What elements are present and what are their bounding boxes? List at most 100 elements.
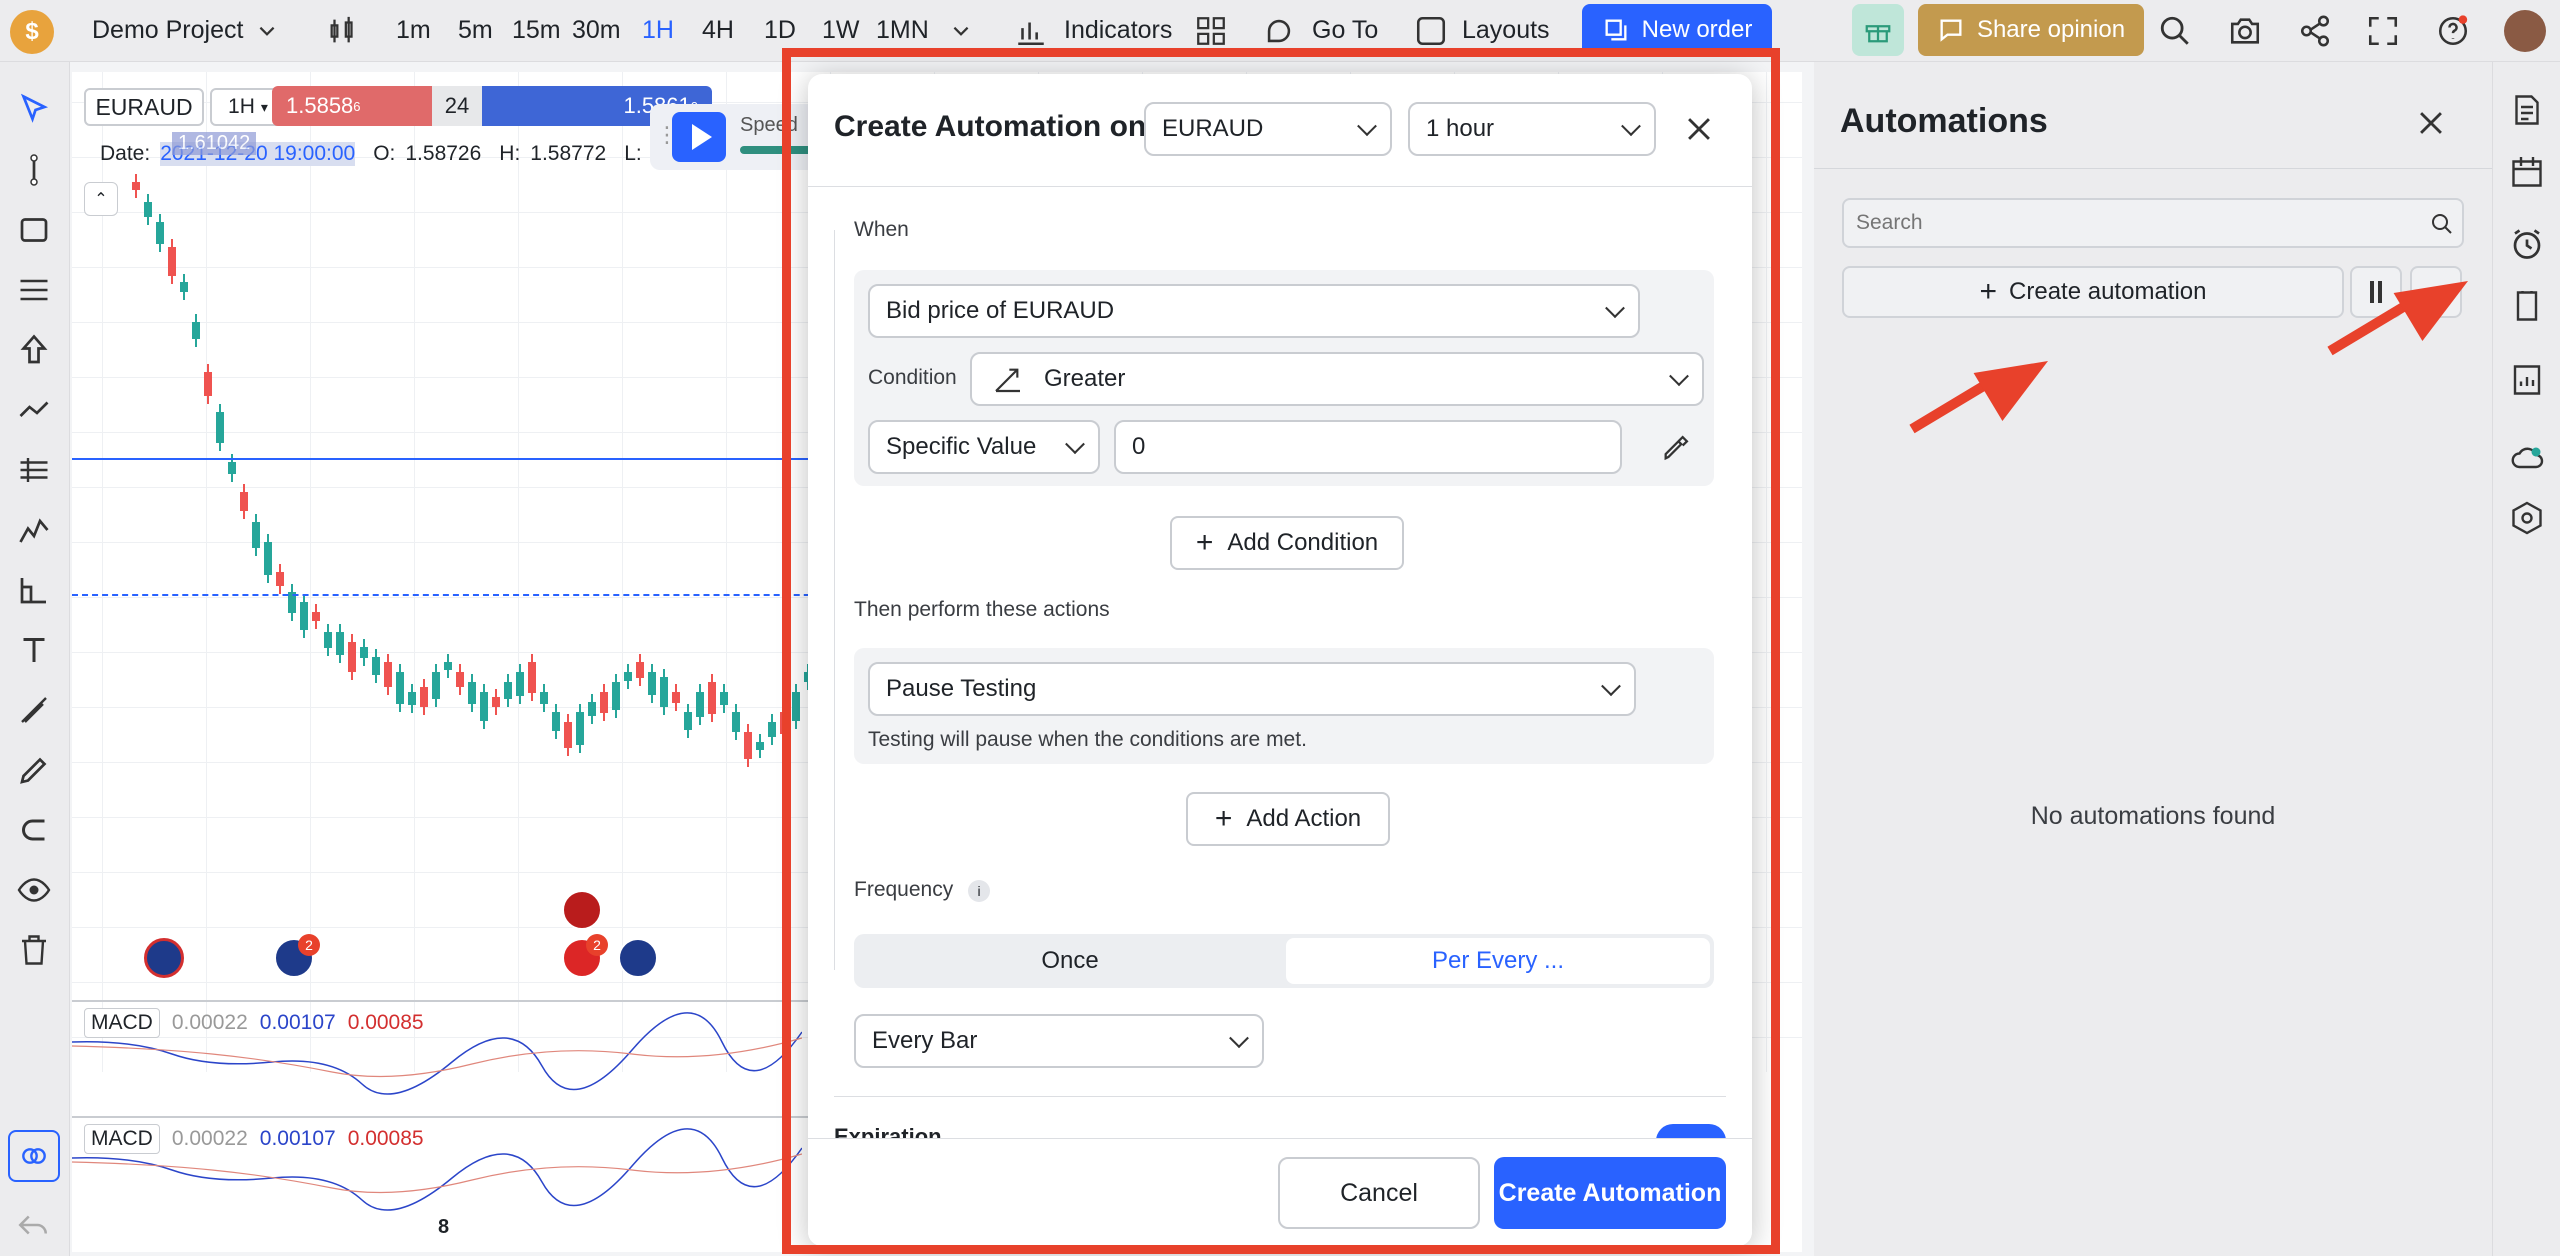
event-count-badge: 2	[586, 934, 608, 956]
tf-1mn[interactable]: 1MN	[876, 16, 929, 45]
event-flag-au[interactable]	[618, 938, 658, 978]
empty-state: No automations found	[2030, 802, 2276, 830]
fib-icon[interactable]	[16, 392, 52, 428]
automation-search[interactable]	[1842, 198, 2464, 248]
high-label: H:	[499, 142, 521, 165]
chat-icon	[1937, 16, 1965, 44]
layouts-button[interactable]: Layouts	[1462, 16, 1550, 45]
gift-button[interactable]	[1852, 4, 1904, 56]
drawing-toolbar	[0, 62, 70, 1256]
plus-icon: +	[1979, 275, 1998, 308]
tf-5m[interactable]: 5m	[458, 16, 493, 45]
alarm-clock-icon[interactable]	[2509, 226, 2545, 262]
event-flag-us[interactable]	[562, 890, 602, 930]
cloud-icon[interactable]	[2509, 440, 2545, 476]
tf-4h[interactable]: 4H	[702, 16, 734, 45]
symbol-selector[interactable]: EURAUD	[84, 88, 204, 126]
play-button[interactable]	[672, 112, 726, 162]
grid-line-vertical	[414, 72, 415, 1072]
search-icon	[2430, 212, 2454, 236]
avatar[interactable]	[2504, 10, 2546, 52]
chevron-down-icon: ▾	[260, 98, 268, 115]
brush-icon[interactable]	[16, 692, 52, 728]
chevron-up-icon: ⌃	[94, 191, 108, 208]
grid-line-vertical	[726, 72, 727, 1072]
text-icon[interactable]	[16, 632, 52, 668]
ruler-icon[interactable]	[16, 572, 52, 608]
report-icon[interactable]	[2509, 362, 2545, 398]
trash-icon[interactable]	[16, 932, 52, 968]
cursor-icon[interactable]	[16, 92, 52, 128]
arrow-up-icon[interactable]	[16, 332, 52, 368]
date-label: Date:	[100, 142, 151, 165]
right-sidebar	[2492, 62, 2560, 1256]
create-automation-button[interactable]: + Create automation	[1842, 266, 2344, 318]
annotation-highlight-box	[782, 48, 1780, 1254]
tf-1w[interactable]: 1W	[822, 16, 860, 45]
new-order-label: New order	[1641, 16, 1753, 43]
close-icon[interactable]	[2414, 106, 2448, 140]
calendar-icon[interactable]	[2509, 154, 2545, 190]
high-value: 1.58772	[530, 142, 607, 165]
open-value: 1.58726	[405, 142, 482, 165]
templates-icon[interactable]	[1194, 14, 1228, 48]
bid-price-sup: 6	[353, 98, 361, 114]
grid-line-vertical	[518, 72, 519, 1072]
share-icon[interactable]	[2298, 14, 2332, 48]
macd-lines	[72, 1012, 802, 1095]
spread-box: 24	[432, 86, 482, 126]
interval-label: 1H	[228, 95, 255, 118]
chevron-down-icon[interactable]	[950, 20, 972, 42]
pattern-icon[interactable]	[16, 512, 52, 548]
tf-15m[interactable]: 15m	[512, 16, 561, 45]
indicators-button[interactable]: Indicators	[1064, 16, 1172, 45]
collapse-legend-button[interactable]: ⌃	[84, 182, 118, 216]
channels-icon[interactable]	[16, 272, 52, 308]
trend-line-icon[interactable]	[16, 152, 52, 188]
gann-icon[interactable]	[16, 452, 52, 488]
tf-1d[interactable]: 1D	[764, 16, 796, 45]
time-axis-label: 8	[438, 1216, 450, 1238]
grid-line-vertical	[622, 72, 623, 1072]
low-label: L:	[624, 142, 642, 165]
pencil-icon[interactable]	[16, 752, 52, 788]
undo-icon[interactable]	[16, 1208, 50, 1242]
grid-line-vertical	[206, 72, 207, 1072]
event-count-badge: 2	[298, 934, 320, 956]
candles-icon[interactable]	[326, 14, 360, 48]
search-input[interactable]	[1856, 208, 2416, 238]
notes-icon[interactable]	[2509, 288, 2545, 324]
help-icon[interactable]	[2436, 14, 2470, 48]
line-price-tag: 1.61042	[172, 132, 257, 155]
indicators-icon[interactable]	[1014, 14, 1048, 48]
document-icon[interactable]	[2509, 92, 2545, 128]
camera-icon[interactable]	[2228, 14, 2262, 48]
panel-divider	[1814, 168, 2492, 169]
project-name[interactable]: Demo Project	[92, 16, 243, 45]
magnet-icon[interactable]	[16, 812, 52, 848]
tf-30m[interactable]: 30m	[572, 16, 621, 45]
link-icon	[18, 1140, 50, 1172]
goto-icon[interactable]	[1262, 14, 1296, 48]
play-icon	[691, 124, 712, 150]
create-automation-label: Create automation	[2009, 278, 2207, 305]
sync-button[interactable]	[8, 1130, 60, 1182]
fullscreen-icon[interactable]	[2366, 14, 2400, 48]
app-logo[interactable]: $	[10, 10, 54, 54]
event-flag-uk[interactable]	[144, 938, 184, 978]
open-label: O:	[373, 142, 396, 165]
chevron-down-icon[interactable]	[256, 20, 278, 42]
new-order-icon	[1602, 16, 1630, 44]
share-opinion-button[interactable]: Share opinion	[1918, 4, 2144, 56]
tf-1h[interactable]: 1H	[642, 16, 674, 45]
panel-title: Automations	[1840, 102, 2048, 140]
bid-box[interactable]: 1.5858 6	[272, 86, 432, 126]
eye-icon[interactable]	[16, 872, 52, 908]
automations-panel: Automations + Create automation No autom…	[1814, 62, 2492, 1256]
layouts-icon[interactable]	[1414, 14, 1448, 48]
settings-icon[interactable]	[2509, 500, 2545, 536]
tf-1m[interactable]: 1m	[396, 16, 431, 45]
goto-button[interactable]: Go To	[1312, 16, 1378, 45]
rectangle-icon[interactable]	[16, 212, 52, 248]
search-icon[interactable]	[2158, 14, 2192, 48]
